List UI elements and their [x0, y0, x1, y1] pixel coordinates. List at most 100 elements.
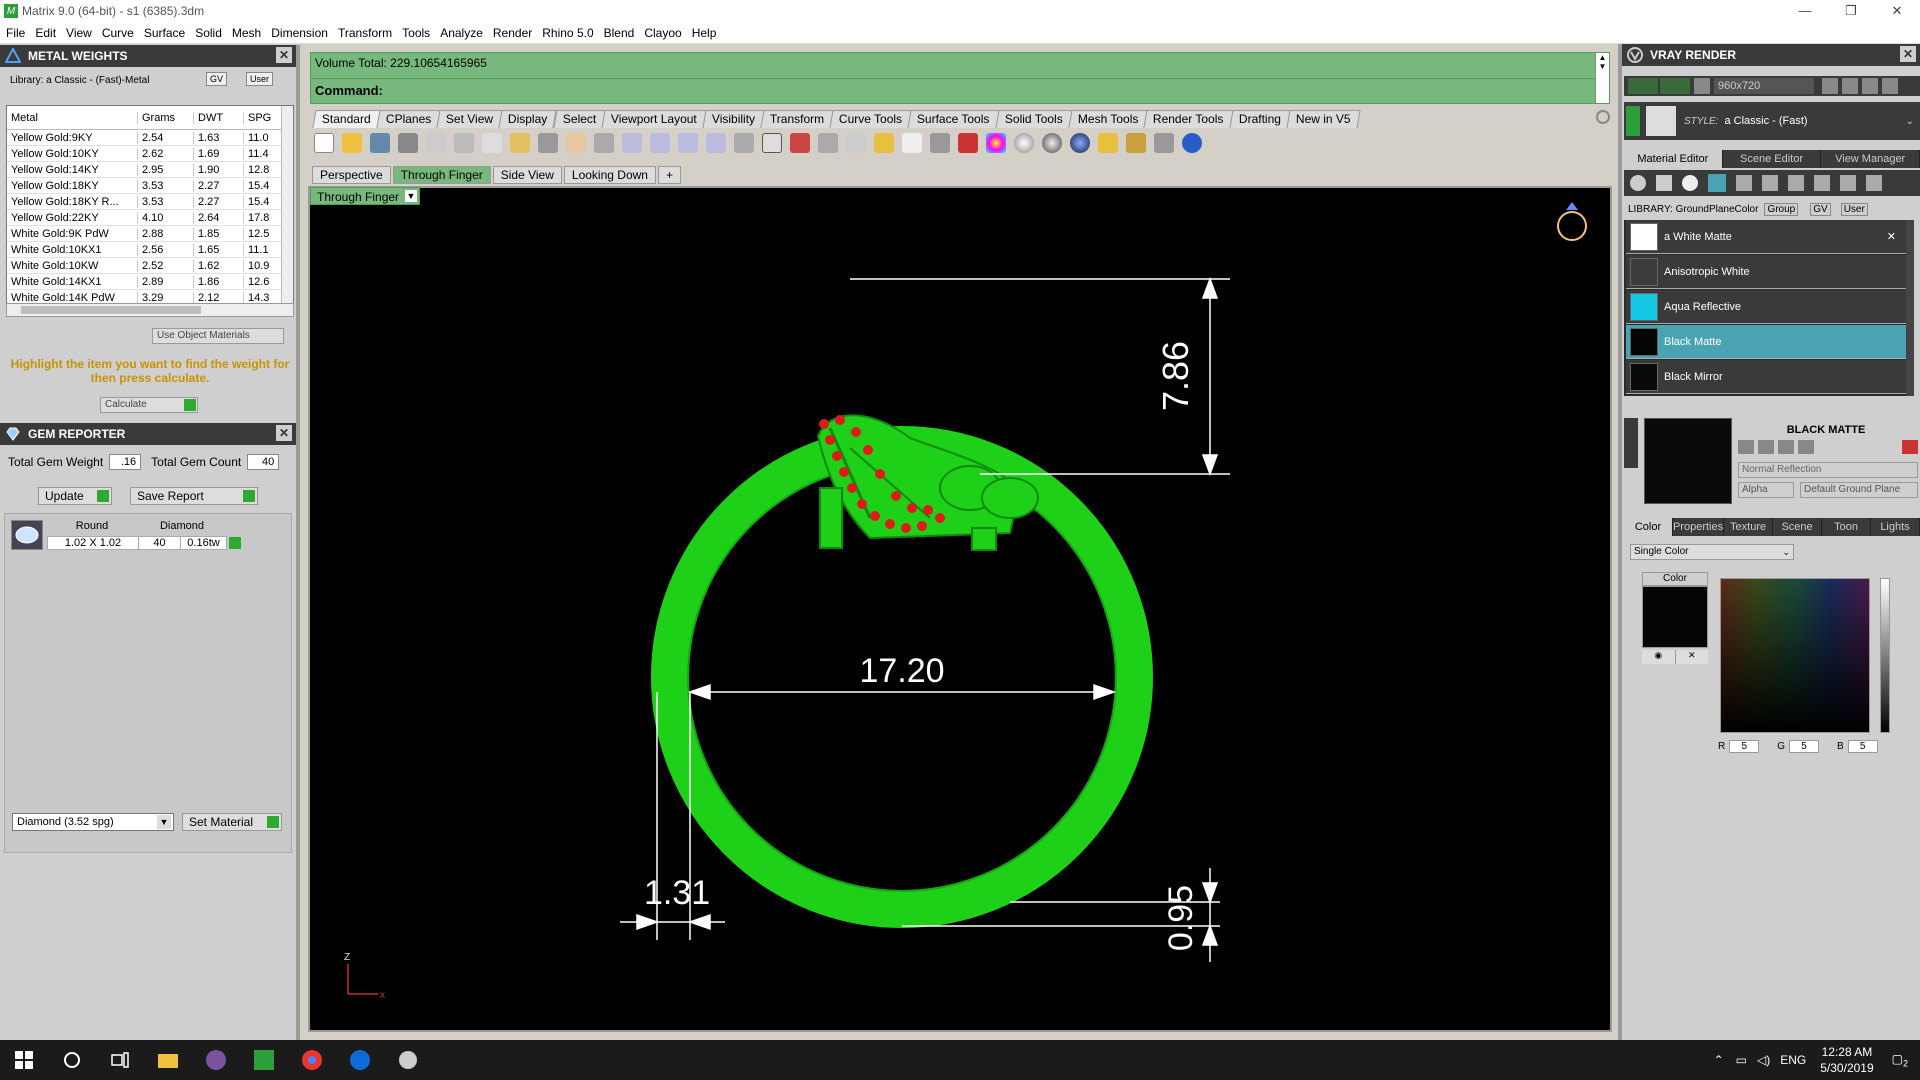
- windows-start-icon[interactable]: [0, 1040, 48, 1080]
- tab-material-editor[interactable]: Material Editor: [1624, 150, 1723, 168]
- tab-through-finger[interactable]: Through Finger: [392, 166, 491, 184]
- tab-mesh-tools[interactable]: Mesh Tools: [1068, 110, 1148, 128]
- refresh-icon[interactable]: [1902, 440, 1918, 454]
- restore-button[interactable]: ❐: [1828, 0, 1874, 22]
- menu-file[interactable]: File: [6, 26, 25, 40]
- file-explorer-icon[interactable]: [144, 1040, 192, 1080]
- new-file-icon[interactable]: [314, 133, 334, 153]
- add-view-button[interactable]: +: [657, 166, 681, 184]
- tab-set-view[interactable]: Set View: [436, 110, 503, 128]
- table-row[interactable]: Yellow Gold:10KY 2.62 1.69 11.4: [7, 146, 293, 162]
- ground-select[interactable]: Default Ground Plane: [1800, 482, 1918, 498]
- tab-cplanes[interactable]: CPlanes: [376, 110, 441, 128]
- list-item[interactable]: Aqua Reflective: [1626, 290, 1906, 324]
- pattern-icon[interactable]: [1788, 175, 1804, 191]
- osnap-icon[interactable]: [874, 133, 894, 153]
- save-report-button[interactable]: Save Report: [130, 487, 258, 505]
- zoom-window-icon[interactable]: [650, 133, 670, 153]
- move-icon[interactable]: [594, 133, 614, 153]
- table-row[interactable]: White Gold:10KW 2.52 1.62 10.9: [7, 258, 293, 274]
- tab-toon[interactable]: Toon: [1822, 518, 1872, 536]
- texture-icon[interactable]: [1736, 175, 1752, 191]
- task-view-icon[interactable]: [96, 1040, 144, 1080]
- menu-clayoo[interactable]: Clayoo: [644, 26, 681, 40]
- search-icon[interactable]: [48, 1040, 96, 1080]
- metal-horizontal-scrollbar[interactable]: [6, 303, 294, 317]
- render-region-icon[interactable]: [1660, 78, 1690, 94]
- menu-tools[interactable]: Tools: [402, 26, 430, 40]
- undo-icon[interactable]: [538, 133, 558, 153]
- scroll-thumb[interactable]: [21, 306, 201, 314]
- table-row[interactable]: White Gold:14KX1 2.89 1.86 12.6: [7, 274, 293, 290]
- viewport-canvas[interactable]: 7.86 17.20 1.31 0.95 Z x: [310, 188, 1610, 1030]
- open-folder-icon[interactable]: [342, 133, 362, 153]
- list-item[interactable]: Black Mirror: [1626, 360, 1906, 394]
- print-icon[interactable]: [398, 133, 418, 153]
- network-icon[interactable]: ▭: [1736, 1053, 1747, 1067]
- g-value[interactable]: 5: [1789, 739, 1820, 753]
- language-indicator[interactable]: ENG: [1780, 1053, 1806, 1067]
- menu-rhino5[interactable]: Rhino 5.0: [542, 26, 593, 40]
- tab-drafting[interactable]: Drafting: [1228, 110, 1291, 128]
- tab-new-in-v5[interactable]: New in V5: [1286, 110, 1360, 128]
- cut-icon[interactable]: [454, 133, 474, 153]
- tab-standard[interactable]: Standard: [312, 110, 381, 128]
- rotate-view-icon[interactable]: [734, 133, 754, 153]
- command-scrollbar[interactable]: ▲ ▼: [1595, 53, 1609, 103]
- user-toggle[interactable]: User: [1840, 202, 1868, 216]
- menu-dimension[interactable]: Dimension: [271, 26, 328, 40]
- tab-properties[interactable]: Properties: [1672, 518, 1725, 536]
- resolution-select[interactable]: 960x720: [1714, 78, 1814, 94]
- col-dwt[interactable]: DWT: [193, 111, 243, 124]
- tab-render-tools[interactable]: Render Tools: [1143, 110, 1234, 128]
- render-icon[interactable]: [1628, 78, 1658, 94]
- tiles-icon[interactable]: [1762, 175, 1778, 191]
- filter-icon[interactable]: [1098, 133, 1118, 153]
- clear-color-icon[interactable]: ✕: [1674, 650, 1708, 664]
- shield-icon[interactable]: [958, 133, 978, 153]
- viewport[interactable]: 7.86 17.20 1.31 0.95 Z x: [308, 186, 1612, 1032]
- copy-material-icon[interactable]: [1758, 440, 1774, 454]
- copy-icon[interactable]: [482, 133, 502, 153]
- update-button[interactable]: Update: [38, 487, 112, 505]
- color-mode-select[interactable]: Single Color ⌄: [1630, 544, 1794, 560]
- color-picker-field[interactable]: [1720, 578, 1870, 733]
- list-item[interactable]: Black Matte: [1626, 325, 1906, 359]
- alpha-select[interactable]: Alpha: [1738, 482, 1794, 498]
- metal-vertical-scrollbar[interactable]: [281, 106, 293, 304]
- close-icon[interactable]: ✕: [276, 47, 292, 63]
- tab-surface-tools[interactable]: Surface Tools: [907, 110, 1000, 128]
- close-button[interactable]: ✕: [1874, 0, 1920, 22]
- tab-transform[interactable]: Transform: [760, 110, 834, 128]
- close-icon[interactable]: ✕: [1900, 46, 1916, 62]
- chevron-up-icon[interactable]: ⌃: [1714, 1053, 1724, 1067]
- set-material-button[interactable]: Set Material: [182, 813, 282, 831]
- import-material-icon[interactable]: [1778, 440, 1794, 454]
- clock[interactable]: 12:28 AM 5/30/2019: [1820, 1044, 1873, 1076]
- list-view-icon[interactable]: [1862, 78, 1878, 94]
- gem-tool-icon[interactable]: [1656, 175, 1672, 191]
- car-icon[interactable]: [790, 133, 810, 153]
- minimize-button[interactable]: —: [1782, 0, 1828, 22]
- tab-select[interactable]: Select: [552, 110, 606, 128]
- color-picker-icon[interactable]: ◉: [1642, 650, 1675, 664]
- save-material-icon[interactable]: [1738, 440, 1754, 454]
- menu-blend[interactable]: Blend: [604, 26, 635, 40]
- col-spg[interactable]: SPG: [243, 111, 283, 124]
- brush-icon[interactable]: [1840, 175, 1856, 191]
- table-row[interactable]: Yellow Gold:9KY 2.54 1.63 11.0: [7, 130, 293, 146]
- pan-hand-icon[interactable]: [566, 133, 586, 153]
- gv-toggle[interactable]: GV: [1810, 202, 1831, 216]
- menu-edit[interactable]: Edit: [35, 26, 56, 40]
- tab-lights[interactable]: Lights: [1871, 518, 1920, 536]
- menu-help[interactable]: Help: [692, 26, 717, 40]
- window-icon[interactable]: [1882, 78, 1898, 94]
- tab-display[interactable]: Display: [498, 110, 558, 128]
- target-icon[interactable]: [846, 133, 866, 153]
- rendered-sphere-icon[interactable]: [1042, 133, 1062, 153]
- flame-icon[interactable]: [1630, 175, 1646, 191]
- luminance-slider[interactable]: [1880, 578, 1890, 733]
- chevron-down-icon[interactable]: ▼: [405, 190, 417, 202]
- bulb-icon[interactable]: [902, 133, 922, 153]
- menu-surface[interactable]: Surface: [144, 26, 185, 40]
